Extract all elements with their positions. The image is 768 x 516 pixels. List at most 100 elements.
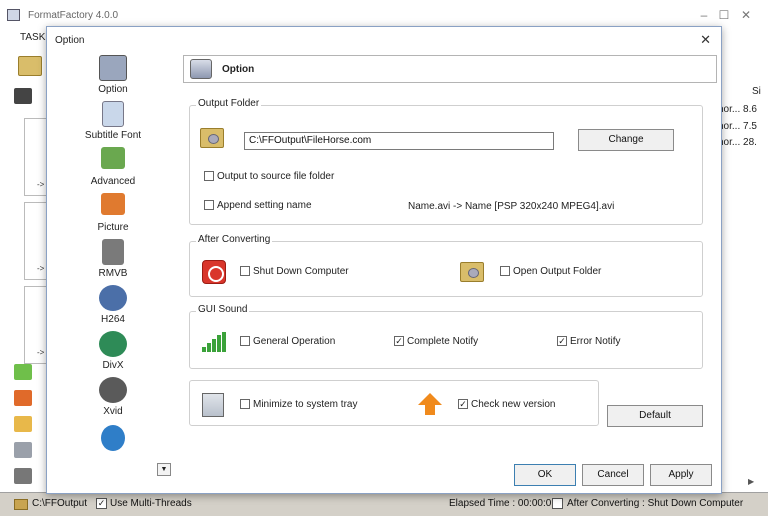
nav-label: H264 bbox=[101, 314, 125, 325]
after-converting-checkbox[interactable] bbox=[552, 498, 563, 509]
nav-label: Xvid bbox=[103, 406, 123, 417]
scroll-right-icon[interactable]: ▶ bbox=[748, 477, 754, 486]
group-title: Output Folder bbox=[196, 98, 262, 109]
output-to-source-label: Output to source file folder bbox=[217, 171, 335, 182]
nav-item-h264[interactable]: H264 bbox=[53, 285, 173, 331]
subtitle-font-icon bbox=[102, 101, 124, 127]
rom-device-icon[interactable] bbox=[14, 442, 32, 458]
task-panel bbox=[24, 202, 48, 280]
open-folder-option[interactable]: Open Output Folder bbox=[500, 266, 601, 277]
task-label: TASK bbox=[20, 32, 46, 43]
divx-icon bbox=[99, 331, 127, 357]
general-operation-option[interactable]: General Operation bbox=[240, 336, 335, 347]
shutdown-checkbox[interactable] bbox=[240, 266, 250, 277]
close-icon[interactable]: ✕ bbox=[700, 32, 711, 48]
minimize-option[interactable]: Minimize to system tray bbox=[240, 399, 357, 410]
dialog-title: Option bbox=[55, 35, 85, 46]
output-to-source-checkbox[interactable] bbox=[204, 171, 214, 182]
audio-icon[interactable] bbox=[14, 364, 32, 380]
media-icon bbox=[101, 425, 125, 451]
nav-item-xvid[interactable]: Xvid bbox=[53, 377, 173, 423]
minimize-label: Minimize to system tray bbox=[253, 399, 358, 410]
complete-notify-checkbox[interactable]: ✓ bbox=[394, 336, 404, 347]
nav-label: Option bbox=[98, 84, 128, 95]
cancel-button[interactable]: Cancel bbox=[582, 464, 644, 486]
nav-item-advanced[interactable]: Advanced bbox=[53, 147, 173, 193]
nav-label: DivX bbox=[102, 360, 124, 371]
open-folder-label: Open Output Folder bbox=[513, 266, 602, 277]
error-notify-checkbox[interactable]: ✓ bbox=[557, 336, 567, 347]
option-dialog: Option ✕ Option Subtitle Font Advanced P… bbox=[46, 26, 722, 494]
nav-label: Subtitle Font bbox=[84, 130, 142, 141]
elapsed-time: Elapsed Time : 00:00:01 bbox=[449, 498, 557, 509]
nav-item-option[interactable]: Option bbox=[53, 55, 173, 101]
nav-item-rmvb[interactable]: RMVB bbox=[53, 239, 173, 285]
system-tray-icon bbox=[202, 393, 224, 417]
maximize-button[interactable]: ☐ bbox=[716, 8, 732, 22]
video-icon[interactable] bbox=[14, 88, 32, 104]
status-output-path[interactable]: C:\FFOutput bbox=[32, 498, 87, 509]
append-setting-checkbox[interactable] bbox=[204, 200, 214, 211]
shutdown-option[interactable]: Shut Down Computer bbox=[240, 266, 349, 277]
list-item[interactable]: hor... 28. bbox=[718, 137, 757, 148]
nav-scroll-down-icon[interactable]: ▼ bbox=[157, 463, 171, 476]
open-folder-checkbox[interactable] bbox=[500, 266, 510, 277]
group-title: GUI Sound bbox=[196, 304, 250, 315]
option-icon bbox=[190, 59, 212, 79]
column-header-size[interactable]: Si bbox=[752, 86, 761, 97]
apply-button[interactable]: Apply bbox=[650, 464, 712, 486]
close-icon[interactable]: ✕ bbox=[738, 8, 754, 22]
check-version-checkbox[interactable]: ✓ bbox=[458, 399, 468, 410]
arrow-text: -> bbox=[37, 264, 45, 273]
section-header: Option bbox=[183, 55, 717, 83]
utilities-icon[interactable] bbox=[14, 468, 32, 484]
nav-item-subtitle-font[interactable]: Subtitle Font bbox=[53, 101, 173, 147]
complete-notify-option[interactable]: ✓ Complete Notify bbox=[394, 336, 478, 347]
default-button[interactable]: Default bbox=[607, 405, 703, 427]
ok-button[interactable]: OK bbox=[514, 464, 576, 486]
multithread-checkbox[interactable]: ✓ bbox=[96, 498, 107, 509]
check-version-option[interactable]: ✓ Check new version bbox=[458, 399, 555, 410]
task-panel bbox=[24, 118, 48, 196]
general-operation-checkbox[interactable] bbox=[240, 336, 250, 347]
nav-label: Advanced bbox=[90, 176, 136, 187]
xvid-icon bbox=[99, 377, 127, 403]
append-example: Name.avi -> Name [PSP 320x240 MPEG4].avi bbox=[408, 201, 615, 212]
change-button[interactable]: Change bbox=[578, 129, 674, 151]
append-setting-option[interactable]: Append setting name bbox=[204, 200, 312, 211]
output-path-input[interactable]: C:\FFOutput\FileHorse.com bbox=[244, 132, 554, 150]
minimize-button[interactable]: – bbox=[696, 8, 712, 22]
check-version-label: Check new version bbox=[471, 399, 556, 410]
nav-item-picture[interactable]: Picture bbox=[53, 193, 173, 239]
rmvb-icon bbox=[102, 239, 124, 265]
picture-icon[interactable] bbox=[14, 390, 32, 406]
update-arrow-icon bbox=[418, 393, 442, 415]
arrow-text: -> bbox=[37, 180, 45, 189]
volume-icon bbox=[202, 332, 228, 352]
option-nav: Option Subtitle Font Advanced Picture RM… bbox=[47, 51, 179, 476]
list-item[interactable]: hor... 8.6 bbox=[718, 104, 757, 115]
folder-icon bbox=[200, 128, 224, 148]
task-panel bbox=[24, 286, 48, 364]
complete-notify-label: Complete Notify bbox=[407, 336, 479, 347]
group-title: After Converting bbox=[196, 234, 273, 245]
misc-options-group: Minimize to system tray ✓ Check new versi… bbox=[189, 380, 599, 426]
nav-item-divx[interactable]: DivX bbox=[53, 331, 173, 377]
app-icon bbox=[7, 9, 20, 21]
section-title: Option bbox=[222, 64, 255, 75]
output-folder-icon[interactable] bbox=[18, 56, 42, 76]
document-icon[interactable] bbox=[14, 416, 32, 432]
error-notify-label: Error Notify bbox=[570, 336, 621, 347]
picture-icon bbox=[101, 193, 125, 215]
advanced-icon bbox=[101, 147, 125, 169]
error-notify-option[interactable]: ✓ Error Notify bbox=[557, 336, 621, 347]
list-item[interactable]: hor... 7.5 bbox=[718, 121, 757, 132]
folder-icon bbox=[460, 262, 484, 282]
after-converting-group: After Converting Shut Down Computer Open… bbox=[189, 234, 703, 297]
output-to-source-option[interactable]: Output to source file folder bbox=[204, 171, 334, 182]
statusbar: C:\FFOutput ✓ Use Multi-Threads Elapsed … bbox=[0, 492, 768, 516]
minimize-checkbox[interactable] bbox=[240, 399, 250, 410]
nav-item-media[interactable] bbox=[53, 425, 173, 461]
folder-icon[interactable] bbox=[14, 499, 28, 510]
task-list: Si hor... 8.6 hor... 7.5 hor... 28. bbox=[716, 84, 768, 484]
